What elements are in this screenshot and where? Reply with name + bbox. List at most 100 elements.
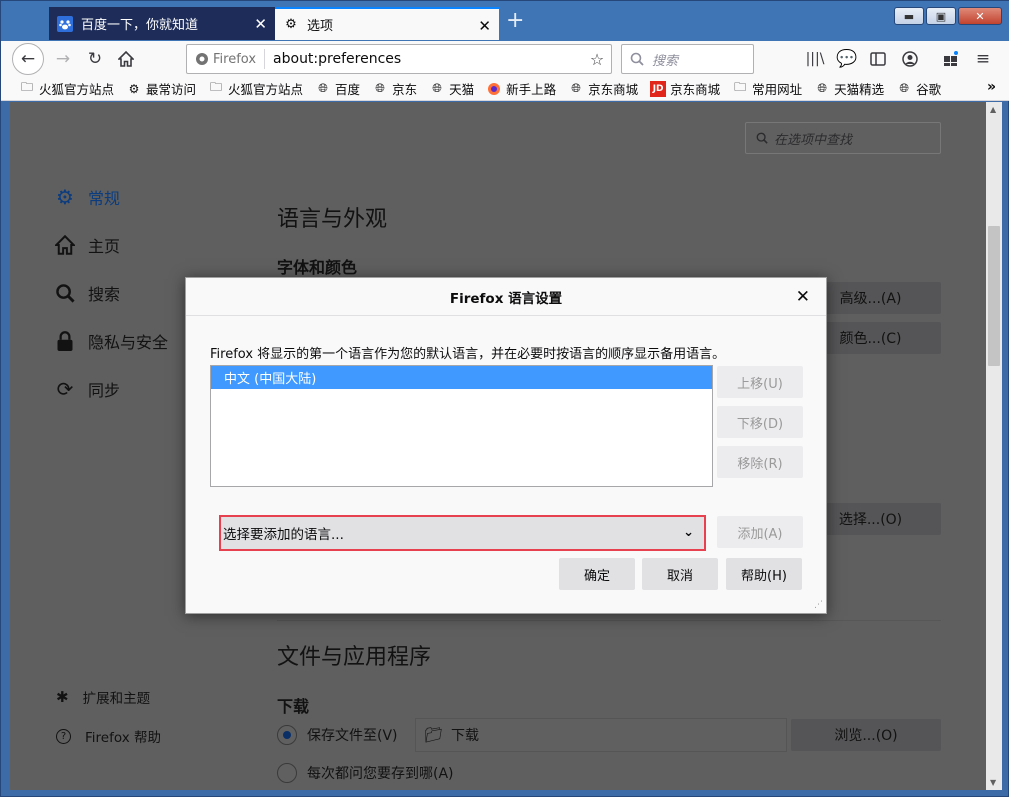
bookmark-item[interactable]: 🗀火狐官方站点 bbox=[208, 79, 303, 98]
language-list[interactable]: 中文 (中国大陆) bbox=[210, 365, 713, 487]
category-privacy[interactable]: 隐私与安全 bbox=[54, 329, 168, 353]
bookmark-item[interactable]: JD京东商城 bbox=[650, 79, 720, 98]
close-icon[interactable]: ✕ bbox=[796, 287, 810, 307]
bookmark-item[interactable]: 🌐︎京东 bbox=[372, 79, 417, 98]
globe-icon: 🌐︎ bbox=[896, 81, 912, 97]
jd-icon: JD bbox=[650, 81, 666, 97]
download-folder-field: 📁︎ 下载 bbox=[415, 718, 787, 752]
cancel-button[interactable]: 取消 bbox=[642, 558, 718, 590]
category-home[interactable]: 主页 bbox=[54, 233, 120, 257]
browser-window: 百度一下，你就知道 ✕ ⚙ 选项 ✕ + ▬ ▣ ✕ ← → ↻ Firefox… bbox=[0, 0, 1009, 797]
ok-button[interactable]: 确定 bbox=[559, 558, 635, 590]
add-language-select[interactable]: 选择要添加的语言... ⌄ bbox=[219, 515, 706, 551]
scroll-down-icon[interactable]: ▼ bbox=[990, 778, 996, 787]
close-window-button[interactable]: ✕ bbox=[958, 7, 1002, 25]
bookmark-item[interactable]: 🌐︎京东商城 bbox=[568, 79, 638, 98]
firefox-icon bbox=[195, 52, 209, 66]
search-placeholder: 搜索 bbox=[652, 50, 678, 69]
url-bar[interactable]: Firefox about:preferences ☆ bbox=[186, 44, 612, 74]
tab-preferences[interactable]: ⚙ 选项 ✕ bbox=[275, 7, 499, 40]
puzzle-icon: ✱ bbox=[56, 688, 69, 706]
dialog-description: Firefox 将显示的第一个语言作为您的默认语言，并在必要时按语言的顺序显示备… bbox=[210, 343, 725, 362]
search-icon bbox=[756, 132, 768, 144]
always-ask-radio[interactable]: 每次都问您要存到哪(A) bbox=[277, 763, 454, 783]
list-item[interactable]: 中文 (中国大陆) bbox=[211, 366, 712, 389]
bookmark-item[interactable]: 🌐︎天猫 bbox=[429, 79, 474, 98]
chat-icon[interactable]: 💬 bbox=[833, 45, 861, 73]
close-tab-icon[interactable]: ✕ bbox=[254, 15, 267, 33]
page-scrollbar[interactable]: ▲ ▼ bbox=[986, 102, 1002, 790]
extensions-icon[interactable] bbox=[937, 45, 965, 73]
back-button[interactable]: ← bbox=[12, 43, 44, 75]
baidu-icon bbox=[57, 16, 73, 32]
save-to-radio[interactable]: 保存文件至(V) bbox=[277, 725, 398, 745]
gear-icon: ⚙ bbox=[283, 17, 299, 33]
find-placeholder: 在选项中查找 bbox=[774, 129, 852, 148]
add-button[interactable]: 添加(A) bbox=[717, 516, 803, 548]
bookmark-item[interactable]: 新手上路 bbox=[486, 79, 556, 98]
globe-icon: 🌐︎ bbox=[814, 81, 830, 97]
nav-toolbar: ← → ↻ Firefox about:preferences ☆ 搜索 |||… bbox=[1, 41, 1009, 77]
chevron-right-icon[interactable]: » bbox=[987, 79, 996, 95]
resize-grip-icon[interactable]: ⋰ bbox=[814, 601, 824, 611]
tab-baidu[interactable]: 百度一下，你就知道 ✕ bbox=[49, 7, 275, 40]
category-general[interactable]: ⚙ 常规 bbox=[54, 185, 120, 209]
select-value: 选择要添加的语言... bbox=[223, 523, 344, 543]
fonts-heading: 字体和颜色 bbox=[277, 254, 357, 278]
bookmark-star-icon[interactable]: ☆ bbox=[583, 50, 611, 69]
move-down-button[interactable]: 下移(D) bbox=[717, 406, 803, 438]
remove-button[interactable]: 移除(R) bbox=[717, 446, 803, 478]
scroll-up-icon[interactable]: ▲ bbox=[990, 105, 996, 114]
bookmark-item[interactable]: 🌐︎谷歌 bbox=[896, 79, 941, 98]
move-up-button[interactable]: 上移(U) bbox=[717, 366, 803, 398]
menu-icon[interactable]: ≡ bbox=[969, 45, 997, 73]
url-text[interactable]: about:preferences bbox=[265, 51, 583, 67]
language-settings-dialog: Firefox 语言设置 ✕ Firefox 将显示的第一个语言作为您的默认语言… bbox=[185, 277, 827, 614]
library-icon[interactable]: |||\ bbox=[801, 45, 829, 73]
account-icon[interactable] bbox=[896, 45, 924, 73]
firefox-help-link[interactable]: ? Firefox 帮助 bbox=[56, 726, 161, 746]
sync-icon: ⟳ bbox=[54, 378, 76, 400]
identity-label: Firefox bbox=[213, 52, 256, 67]
new-tab-button[interactable]: + bbox=[506, 10, 524, 32]
dialog-title: Firefox 语言设置 bbox=[450, 287, 562, 307]
category-search[interactable]: 搜索 bbox=[54, 281, 120, 305]
bookmark-item[interactable]: 🌐︎百度 bbox=[315, 79, 360, 98]
radio-selected[interactable] bbox=[277, 725, 297, 745]
gear-icon: ⚙ bbox=[54, 186, 76, 208]
lock-icon bbox=[54, 330, 76, 352]
globe-icon: 🌐︎ bbox=[568, 81, 584, 97]
home-icon bbox=[118, 51, 134, 67]
home-icon bbox=[54, 234, 76, 256]
minimize-button[interactable]: ▬ bbox=[894, 7, 924, 25]
reload-button[interactable]: ↻ bbox=[81, 45, 109, 73]
bookmark-item[interactable]: ⚙最常访问 bbox=[126, 79, 196, 98]
globe-icon: 🌐︎ bbox=[429, 81, 445, 97]
maximize-button[interactable]: ▣ bbox=[926, 7, 956, 25]
bookmark-item[interactable]: 🌐︎天猫精选 bbox=[814, 79, 884, 98]
browse-button[interactable]: 浏览...(O) bbox=[791, 719, 941, 751]
help-button[interactable]: 帮助(H) bbox=[726, 558, 802, 590]
globe-icon: 🌐︎ bbox=[372, 81, 388, 97]
dialog-header: Firefox 语言设置 ✕ bbox=[186, 278, 826, 316]
tab-title: 百度一下，你就知道 bbox=[81, 14, 198, 33]
bookmark-item[interactable]: 🗀火狐官方站点 bbox=[19, 79, 114, 98]
search-bar[interactable]: 搜索 bbox=[621, 44, 754, 74]
identity-box[interactable]: Firefox bbox=[187, 49, 265, 69]
forward-button[interactable]: → bbox=[49, 45, 77, 73]
scrollbar-thumb[interactable] bbox=[988, 226, 1000, 366]
radio-unselected[interactable] bbox=[277, 763, 297, 783]
home-button[interactable] bbox=[112, 45, 140, 73]
tab-strip: 百度一下，你就知道 ✕ ⚙ 选项 ✕ + ▬ ▣ ✕ bbox=[1, 1, 1009, 41]
bookmark-item[interactable]: 🗀常用网址 bbox=[732, 79, 802, 98]
folder-icon: 🗀 bbox=[208, 81, 224, 97]
category-sync[interactable]: ⟳ 同步 bbox=[54, 377, 120, 401]
section-files-heading: 文件与应用程序 bbox=[277, 639, 431, 671]
help-icon: ? bbox=[56, 729, 71, 744]
gear-icon: ⚙ bbox=[126, 81, 142, 97]
find-in-options[interactable]: 在选项中查找 bbox=[745, 122, 941, 154]
close-tab-icon[interactable]: ✕ bbox=[478, 17, 491, 35]
folder-icon: 🗀 bbox=[732, 81, 748, 97]
extensions-themes-link[interactable]: ✱ 扩展和主题 bbox=[56, 687, 150, 707]
sidebar-icon[interactable] bbox=[864, 45, 892, 73]
